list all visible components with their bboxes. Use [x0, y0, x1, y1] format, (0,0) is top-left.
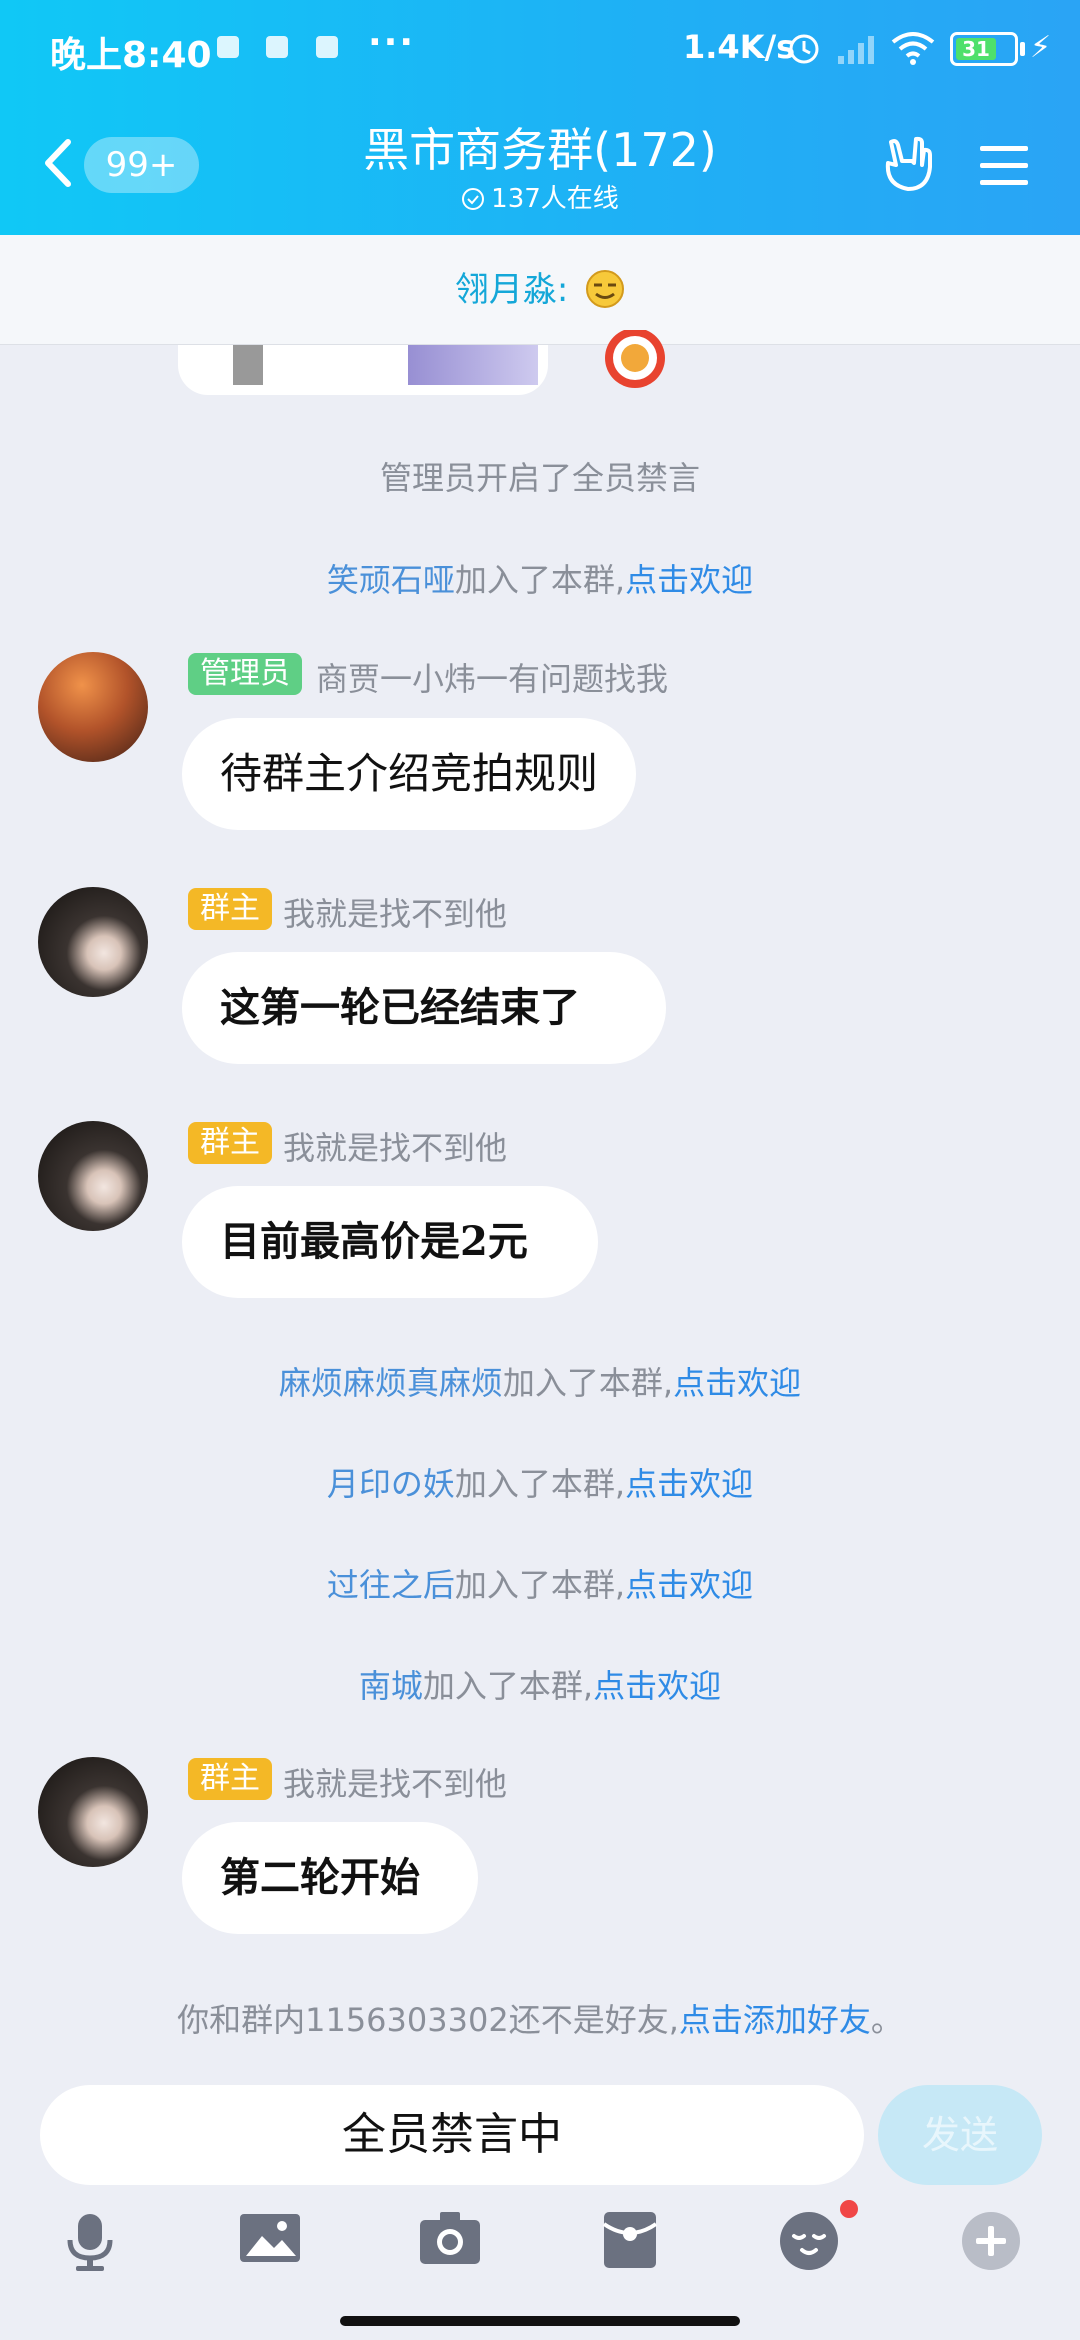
- message-bubble[interactable]: 目前最高价是2元: [182, 1186, 598, 1298]
- image-icon[interactable]: [238, 2210, 302, 2266]
- menu-icon[interactable]: [978, 142, 1030, 190]
- send-button[interactable]: 发送: [878, 2085, 1042, 2185]
- member-name[interactable]: 笑顽石哑: [327, 561, 455, 599]
- plus-icon[interactable]: [960, 2210, 1022, 2272]
- welcome-link[interactable]: 点击欢迎: [625, 1566, 753, 1604]
- notification-icon: [217, 36, 239, 58]
- signal-icon: [838, 36, 874, 64]
- join-notice: 麻烦麻烦真麻烦加入了本群,点击欢迎: [0, 1358, 1080, 1404]
- alarm-icon: [789, 34, 819, 64]
- sender-name[interactable]: 商贾一小炜一有问题找我: [316, 654, 668, 700]
- input-bar: 全员禁言中 发送: [0, 2085, 1080, 2200]
- message-input[interactable]: 全员禁言中: [40, 2085, 864, 2185]
- sender-name[interactable]: 我就是找不到他: [283, 1759, 507, 1805]
- notification-dot: [840, 2200, 858, 2218]
- charging-icon: ⚡: [1030, 30, 1052, 65]
- friend-notice: 你和群内1156303302还不是好友,点击添加好友。: [0, 1995, 1080, 2041]
- join-text: 加入了本群,: [502, 1364, 674, 1402]
- join-text: 加入了本群,: [454, 1465, 626, 1503]
- battery-level: 31: [956, 38, 996, 60]
- status-bar: 晚上8:40 ··· 1.4K/s 31 ⚡: [0, 0, 1080, 100]
- red-packet-icon[interactable]: [602, 2210, 658, 2270]
- avatar[interactable]: [38, 1757, 148, 1867]
- member-name[interactable]: 过往之后: [327, 1566, 455, 1604]
- notification-icon: [316, 36, 338, 58]
- owner-tag: 群主: [188, 1122, 272, 1164]
- owner-tag: 群主: [188, 888, 272, 930]
- sender-name[interactable]: 我就是找不到他: [283, 1123, 507, 1169]
- system-message: 管理员开启了全员禁言: [379, 459, 700, 497]
- join-text: 加入了本群,: [454, 1566, 626, 1604]
- avatar[interactable]: [38, 652, 148, 762]
- more-notifications-icon: ···: [368, 22, 416, 63]
- smile-emoji-icon: [586, 270, 625, 308]
- add-friend-link[interactable]: 点击添加好友: [679, 2001, 871, 2039]
- image-fragment: [233, 345, 263, 385]
- welcome-link[interactable]: 点击欢迎: [593, 1667, 721, 1705]
- join-notice: 南城加入了本群,点击欢迎: [0, 1661, 1080, 1707]
- notification-icon: [266, 36, 288, 58]
- welcome-link[interactable]: 点击欢迎: [625, 561, 753, 599]
- sender-name[interactable]: 我就是找不到他: [283, 889, 507, 935]
- pinned-text: 翎月淼:: [454, 270, 569, 310]
- battery-icon: 31: [950, 32, 1018, 66]
- friend-notice-end: 。: [870, 2001, 903, 2039]
- camera-icon[interactable]: [418, 2210, 482, 2266]
- welcome-link[interactable]: 点击欢迎: [625, 1465, 753, 1503]
- avatar[interactable]: [38, 887, 148, 997]
- member-name[interactable]: 麻烦麻烦真麻烦: [279, 1364, 503, 1402]
- owner-tag: 群主: [188, 1758, 272, 1800]
- status-time: 晚上8:40: [50, 35, 212, 76]
- online-count-text: 137人在线: [491, 184, 619, 214]
- battery-cap: [1020, 42, 1025, 56]
- home-indicator[interactable]: [340, 2316, 740, 2326]
- member-name[interactable]: 南城: [359, 1667, 423, 1705]
- message-bubble[interactable]: 这第一轮已经结束了: [182, 952, 666, 1064]
- emoji-icon[interactable]: [778, 2210, 840, 2272]
- pinned-message[interactable]: 翎月淼:: [0, 235, 1080, 345]
- friend-notice-text: 你和群内1156303302还不是好友,: [177, 2001, 679, 2039]
- avatar[interactable]: [38, 1121, 148, 1231]
- online-icon: [462, 188, 485, 210]
- mic-icon[interactable]: [60, 2210, 120, 2274]
- network-speed: 1.4K/s: [683, 28, 796, 66]
- join-text: 加入了本群,: [422, 1667, 594, 1705]
- group-app-icon[interactable]: [878, 135, 938, 195]
- message-bubble[interactable]: 第二轮开始: [182, 1822, 478, 1934]
- admin-tag: 管理员: [188, 653, 302, 695]
- join-text: 加入了本群,: [454, 561, 626, 599]
- chat-header: 晚上8:40 ··· 1.4K/s 31 ⚡ 99+ 黑市商务群(172) 13…: [0, 0, 1080, 235]
- member-name[interactable]: 月印の妖: [327, 1465, 455, 1503]
- wifi-icon: [891, 32, 935, 65]
- join-notice: 笑顽石哑加入了本群,点击欢迎: [0, 555, 1080, 601]
- message-bubble[interactable]: 待群主介绍竞拍规则: [182, 718, 637, 830]
- image-fragment: [408, 345, 538, 385]
- welcome-link[interactable]: 点击欢迎: [673, 1364, 801, 1402]
- sticker-icon: [605, 330, 665, 388]
- join-notice: 月印の妖加入了本群,点击欢迎: [0, 1459, 1080, 1505]
- image-message-partial[interactable]: [178, 345, 548, 395]
- join-notice: 过往之后加入了本群,点击欢迎: [0, 1560, 1080, 1606]
